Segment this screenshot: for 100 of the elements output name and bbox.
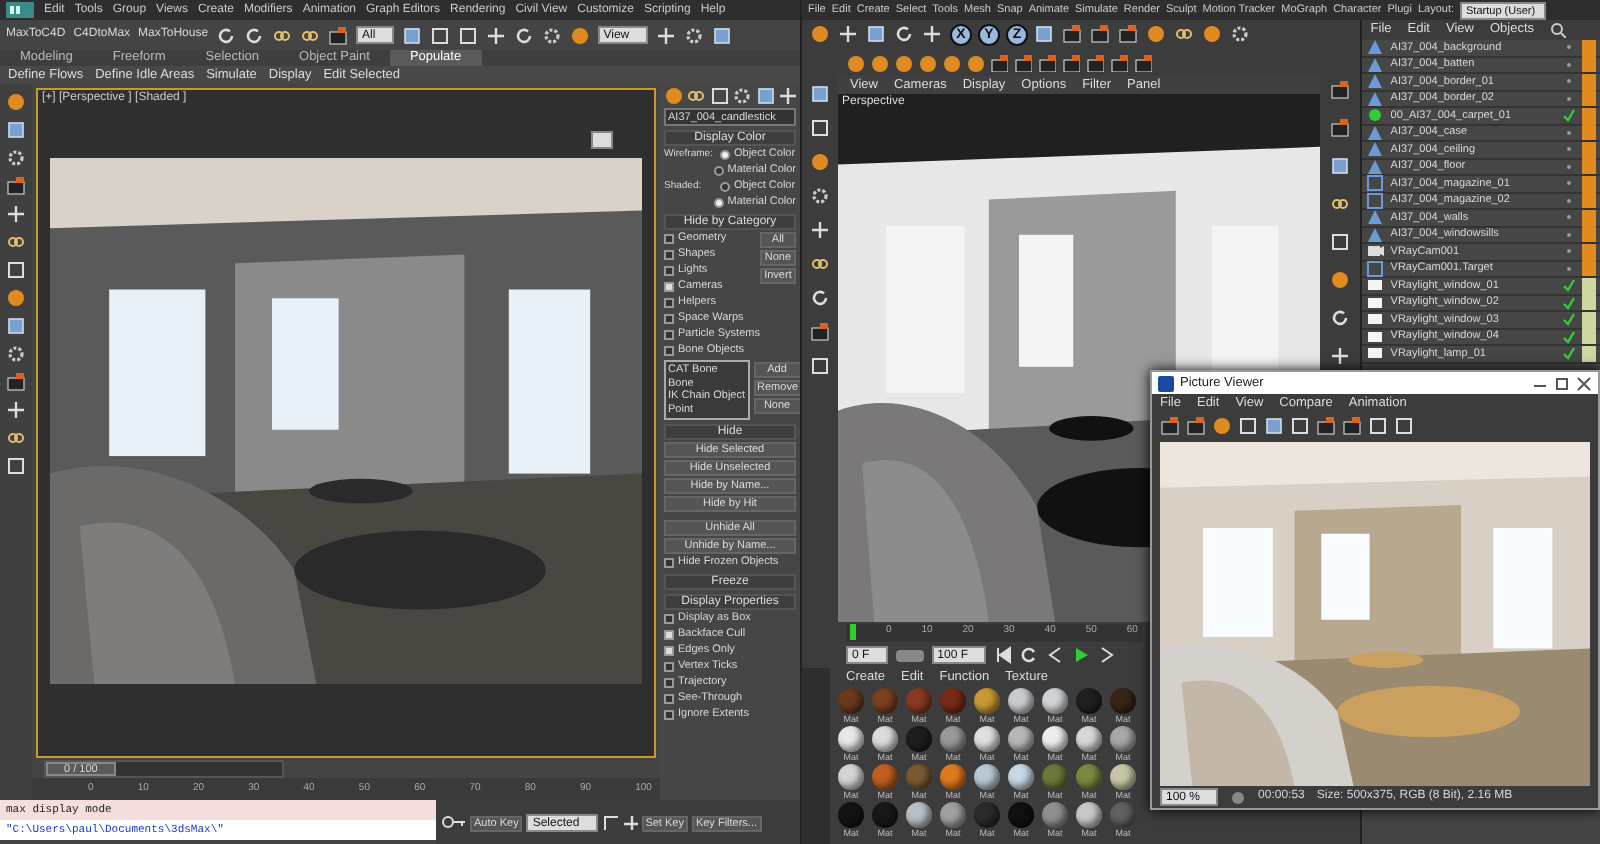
- checkmark-icon[interactable]: [1562, 108, 1576, 123]
- dot-icon[interactable]: [1562, 74, 1576, 89]
- gear-icon[interactable]: [6, 344, 26, 364]
- material-swatch[interactable]: [872, 688, 898, 714]
- material-swatch[interactable]: [1110, 688, 1136, 714]
- sphere-icon[interactable]: [1146, 24, 1168, 46]
- sphere-icon[interactable]: [6, 288, 26, 308]
- clapboard-icon[interactable]: [1038, 54, 1056, 72]
- dot-icon[interactable]: [1562, 261, 1576, 276]
- cube-icon[interactable]: [401, 25, 422, 45]
- clapboard-icon[interactable]: [1090, 24, 1112, 46]
- checkbox[interactable]: [664, 661, 674, 671]
- checkbox[interactable]: [664, 629, 674, 639]
- sphere-icon[interactable]: [569, 25, 590, 45]
- material-swatch[interactable]: [1008, 726, 1034, 752]
- move-icon[interactable]: [6, 204, 26, 224]
- slider-icon[interactable]: [895, 647, 924, 663]
- dot-icon[interactable]: [1562, 176, 1576, 191]
- radio-button[interactable]: [713, 165, 724, 175]
- dot-icon[interactable]: [1562, 125, 1576, 140]
- checkmark-icon[interactable]: [1562, 329, 1576, 344]
- move-icon[interactable]: [777, 86, 796, 104]
- material-swatch[interactable]: [906, 764, 932, 790]
- go-to-start-icon[interactable]: [994, 646, 1013, 664]
- checkbox[interactable]: [664, 297, 674, 307]
- clapboard-icon[interactable]: [1316, 415, 1336, 435]
- material-swatch[interactable]: [1008, 802, 1034, 828]
- checkbox[interactable]: [664, 329, 674, 339]
- gear-icon[interactable]: [683, 25, 704, 45]
- checkbox[interactable]: [664, 693, 674, 703]
- move-icon[interactable]: [6, 400, 26, 420]
- material-swatch[interactable]: [1042, 802, 1068, 828]
- clapboard-icon[interactable]: [1329, 118, 1352, 140]
- checkmark-icon[interactable]: [1562, 346, 1576, 361]
- step-back-icon[interactable]: [1046, 646, 1065, 664]
- checkbox[interactable]: [664, 557, 674, 567]
- material-swatch[interactable]: [838, 726, 864, 752]
- material-swatch[interactable]: [1042, 764, 1068, 790]
- dot-icon[interactable]: [1562, 57, 1576, 72]
- clapboard-icon[interactable]: [1134, 54, 1152, 72]
- sphere-icon[interactable]: [6, 92, 26, 112]
- link-icon[interactable]: [686, 86, 705, 104]
- cube-icon[interactable]: [809, 84, 831, 106]
- move-icon[interactable]: [838, 24, 860, 46]
- material-swatch[interactable]: [838, 802, 864, 828]
- sphere-icon[interactable]: [664, 86, 682, 104]
- sphere-icon[interactable]: [1329, 270, 1352, 292]
- clapboard-icon[interactable]: [1110, 54, 1128, 72]
- maximize-icon[interactable]: [1554, 375, 1570, 391]
- rotate-icon[interactable]: [216, 25, 237, 45]
- clapboard-icon[interactable]: [990, 54, 1008, 72]
- link-icon[interactable]: [272, 25, 293, 45]
- move-icon[interactable]: [809, 220, 831, 242]
- play-icon[interactable]: [1072, 646, 1091, 664]
- view-cube-icon[interactable]: [590, 130, 614, 150]
- link-icon[interactable]: [6, 428, 26, 448]
- material-swatch[interactable]: [872, 764, 898, 790]
- sphere-icon[interactable]: [809, 152, 831, 174]
- cube-icon[interactable]: [866, 24, 888, 46]
- clapboard-icon[interactable]: [6, 176, 26, 196]
- search-icon[interactable]: [1550, 22, 1567, 38]
- checkmark-icon[interactable]: [1562, 295, 1576, 310]
- loop-icon[interactable]: [1020, 646, 1039, 664]
- material-swatch[interactable]: [940, 764, 966, 790]
- material-swatch[interactable]: [940, 726, 966, 752]
- clapboard-icon[interactable]: [1062, 24, 1084, 46]
- cube-icon[interactable]: [1329, 156, 1352, 178]
- radio-button[interactable]: [720, 181, 730, 191]
- gear-icon[interactable]: [6, 148, 26, 168]
- checkmark-icon[interactable]: [1562, 312, 1576, 327]
- checkbox[interactable]: [664, 613, 674, 623]
- radio-button[interactable]: [713, 197, 724, 207]
- sphere-icon[interactable]: [1202, 24, 1224, 46]
- material-swatch[interactable]: [1076, 688, 1102, 714]
- material-swatch[interactable]: [1110, 764, 1136, 790]
- material-swatch[interactable]: [940, 802, 966, 828]
- material-swatch[interactable]: [872, 802, 898, 828]
- checkbox[interactable]: [664, 677, 674, 687]
- material-swatch[interactable]: [974, 764, 1000, 790]
- radio-button[interactable]: [720, 149, 730, 159]
- move-icon[interactable]: [485, 25, 506, 45]
- checkbox[interactable]: [664, 345, 674, 355]
- rotate-icon[interactable]: [1329, 308, 1352, 330]
- link-icon[interactable]: [300, 25, 321, 45]
- move-icon[interactable]: [621, 814, 638, 830]
- material-swatch[interactable]: [838, 688, 864, 714]
- checkbox[interactable]: [664, 645, 674, 655]
- material-swatch[interactable]: [1076, 726, 1102, 752]
- material-swatch[interactable]: [974, 726, 1000, 752]
- settings-icon[interactable]: [1230, 789, 1247, 805]
- material-swatch[interactable]: [1008, 688, 1034, 714]
- app-logo-icon[interactable]: [6, 2, 34, 18]
- material-swatch[interactable]: [872, 726, 898, 752]
- move-icon[interactable]: [922, 24, 944, 46]
- rotate-icon[interactable]: [513, 25, 534, 45]
- sphere-icon[interactable]: [810, 24, 832, 46]
- checkmark-icon[interactable]: [1562, 278, 1576, 293]
- checkbox[interactable]: [664, 249, 674, 259]
- material-swatch[interactable]: [1008, 764, 1034, 790]
- material-swatch[interactable]: [906, 802, 932, 828]
